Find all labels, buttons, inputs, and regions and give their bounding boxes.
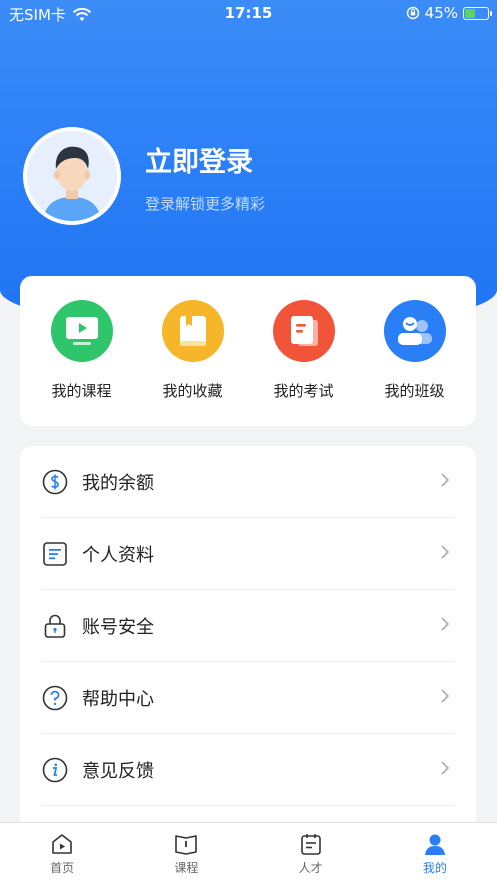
menu-label: 我的余额 bbox=[82, 472, 154, 494]
menu-item-balance[interactable]: 我的余额 bbox=[42, 446, 454, 518]
chevron-right-icon bbox=[441, 617, 450, 631]
shortcut-my-class[interactable]: 我的班级 bbox=[365, 300, 465, 426]
info-icon bbox=[42, 757, 68, 783]
tab-bar: 首页 课程 人才 我的 bbox=[0, 822, 497, 883]
tab-label: 我的 bbox=[422, 861, 447, 875]
home-icon bbox=[52, 834, 72, 854]
tab-talent[interactable]: 人才 bbox=[249, 823, 373, 883]
bookmark-icon bbox=[179, 316, 206, 346]
profile-doc-icon bbox=[42, 541, 68, 567]
lock-icon bbox=[42, 613, 68, 639]
shortcut-label: 我的班级 bbox=[384, 382, 445, 400]
tab-label: 人才 bbox=[298, 861, 323, 875]
shortcut-label: 我的收藏 bbox=[162, 382, 223, 400]
tab-label: 课程 bbox=[174, 861, 199, 875]
login-title[interactable]: 立即登录 bbox=[145, 140, 253, 179]
tab-courses[interactable]: 课程 bbox=[124, 823, 248, 883]
book-icon bbox=[175, 835, 198, 855]
chevron-right-icon bbox=[441, 545, 450, 559]
menu-label: 账号安全 bbox=[82, 616, 154, 638]
chevron-right-icon bbox=[441, 689, 450, 703]
menu-item-profile[interactable]: 个人资料 bbox=[42, 518, 454, 590]
tab-home[interactable]: 首页 bbox=[0, 823, 124, 883]
shortcut-label: 我的考试 bbox=[273, 382, 334, 400]
shortcut-circle bbox=[272, 300, 335, 362]
menu-label: 个人资料 bbox=[82, 544, 154, 566]
shortcut-my-exams[interactable]: 我的考试 bbox=[254, 300, 354, 426]
help-icon bbox=[42, 685, 68, 711]
shortcut-circle bbox=[161, 300, 224, 362]
login-subtitle: 登录解锁更多精彩 bbox=[145, 195, 266, 213]
menu-label: 帮助中心 bbox=[82, 688, 154, 710]
calendar-icon bbox=[300, 834, 321, 855]
shortcut-circle bbox=[50, 300, 113, 362]
chevron-right-icon bbox=[441, 473, 450, 487]
balance-icon bbox=[42, 469, 68, 495]
default-avatar-icon bbox=[27, 131, 117, 221]
user-icon bbox=[424, 834, 445, 855]
tab-label: 首页 bbox=[50, 861, 75, 875]
shortcut-my-courses[interactable]: 我的课程 bbox=[32, 300, 132, 426]
menu-item-account-security[interactable]: 账号安全 bbox=[42, 590, 454, 662]
shortcut-label: 我的课程 bbox=[51, 382, 112, 400]
class-people-icon bbox=[397, 317, 432, 345]
menu-label: 意见反馈 bbox=[82, 760, 154, 782]
battery-percent: 45% bbox=[424, 4, 458, 22]
shortcut-my-favorites[interactable]: 我的收藏 bbox=[143, 300, 243, 426]
menu-card: 我的余额 个人资料 账号安全 帮助中心 意见反馈 bbox=[20, 446, 476, 846]
menu-item-help-center[interactable]: 帮助中心 bbox=[42, 662, 454, 734]
shortcut-card: 我的课程 我的收藏 我的考试 我的班级 bbox=[20, 276, 476, 426]
avatar[interactable] bbox=[23, 127, 121, 225]
status-bar: 无SIM卡 17:15 45% bbox=[0, 0, 497, 28]
chevron-right-icon bbox=[441, 761, 450, 775]
battery-icon bbox=[463, 6, 492, 20]
shortcut-circle bbox=[383, 300, 446, 362]
rotation-lock-icon bbox=[406, 6, 419, 20]
play-screen-icon bbox=[65, 317, 98, 345]
menu-item-feedback[interactable]: 意见反馈 bbox=[42, 734, 454, 806]
tab-mine[interactable]: 我的 bbox=[373, 823, 497, 883]
exam-doc-icon bbox=[290, 316, 318, 346]
